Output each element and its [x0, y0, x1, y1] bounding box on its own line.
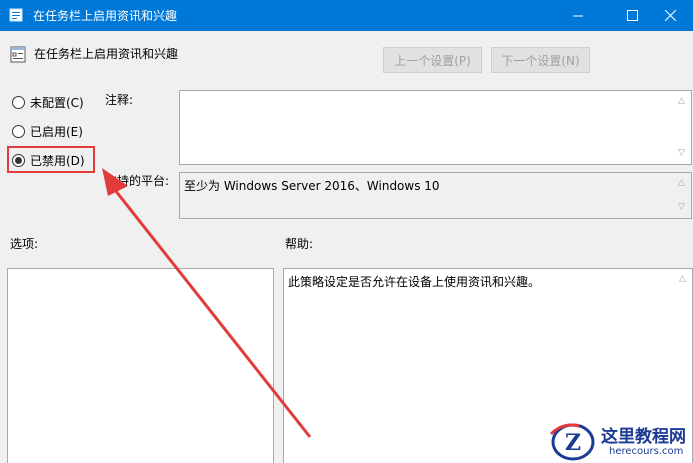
supported-scrollbar[interactable]: △ ▽: [675, 173, 691, 218]
comment-textarea[interactable]: △ ▽: [179, 90, 692, 165]
next-setting-button[interactable]: 下一个设置(N): [491, 47, 590, 73]
comment-label: 注释:: [105, 93, 134, 107]
minimize-icon: [573, 15, 583, 16]
close-icon: [664, 10, 676, 21]
options-pane: [7, 268, 274, 463]
help-text: 此策略设定是否允许在设备上使用资讯和兴趣。: [288, 275, 541, 289]
scroll-up-icon[interactable]: △: [678, 179, 685, 188]
comment-scrollbar[interactable]: △ ▽: [675, 91, 691, 164]
window-title: 在任务栏上启用资讯和兴趣: [33, 9, 178, 23]
radio-circle: [12, 96, 25, 109]
scroll-down-icon[interactable]: ▽: [678, 203, 685, 212]
scroll-down-icon[interactable]: ▽: [678, 149, 685, 158]
minimize-button[interactable]: [555, 0, 601, 31]
policy-setting-icon: [10, 46, 26, 63]
options-label: 选项:: [10, 237, 39, 251]
policy-app-icon: [9, 8, 23, 22]
supported-on-field: 至少为 Windows Server 2016、Windows 10 △ ▽: [179, 172, 692, 219]
maximize-icon: [626, 10, 638, 21]
radio-label-enabled: 已启用(E): [30, 125, 83, 139]
radio-enabled[interactable]: 已启用(E): [12, 123, 83, 140]
policy-title: 在任务栏上启用资讯和兴趣: [34, 47, 179, 61]
previous-setting-button[interactable]: 上一个设置(P): [383, 47, 482, 73]
annotation-highlight-box: [7, 146, 95, 173]
radio-circle: [12, 125, 25, 138]
site-watermark: Z 这里教程网 herecours.com: [545, 418, 693, 463]
radio-label-not-configured: 未配置(C): [30, 96, 84, 110]
watermark-logo-icon: Z: [549, 423, 595, 461]
scroll-up-icon[interactable]: △: [678, 97, 685, 106]
watermark-url: herecours.com: [609, 446, 684, 457]
help-label: 帮助:: [285, 237, 314, 251]
supported-on-value: 至少为 Windows Server 2016、Windows 10: [184, 179, 440, 193]
radio-not-configured[interactable]: 未配置(C): [12, 94, 84, 111]
supported-on-label: 支持的平台:: [105, 174, 170, 188]
title-bar: 在任务栏上启用资讯和兴趣: [0, 0, 693, 31]
watermark-site-name: 这里教程网: [601, 427, 686, 447]
close-button[interactable]: [647, 0, 693, 31]
watermark-logo-letter: Z: [565, 430, 581, 456]
scroll-up-icon[interactable]: △: [679, 275, 686, 284]
